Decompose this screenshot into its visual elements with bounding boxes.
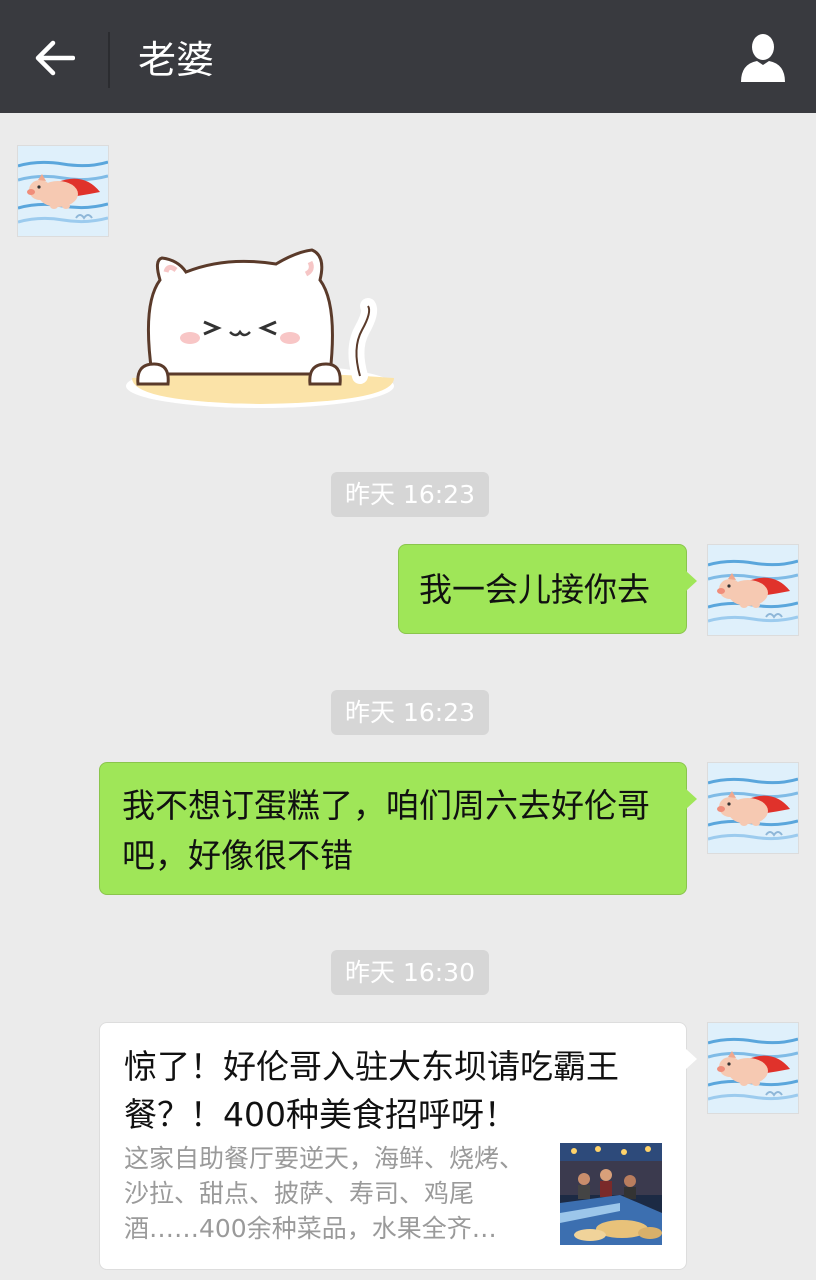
link-card-title: 惊了！好伦哥入驻大东坝请吃霸王餐？！400种美食招呼呀！ <box>124 1047 619 1134</box>
sticker-message[interactable] <box>126 244 402 416</box>
back-button[interactable] <box>30 36 80 84</box>
my-avatar[interactable] <box>708 545 798 635</box>
sent-text-bubble[interactable]: 我一会儿接你去 <box>398 544 697 634</box>
link-card-thumbnail <box>560 1143 662 1245</box>
flying-pig-avatar <box>18 146 108 236</box>
contact-avatar[interactable] <box>18 146 108 236</box>
title-bar: 老婆 <box>0 0 816 113</box>
buffet-photo <box>560 1143 662 1245</box>
link-card-description: 这家自助餐厅要逆天，海鲜、烧烤、沙拉、甜点、披萨、寿司、鸡尾酒……400余种菜品… <box>124 1144 525 1243</box>
person-icon <box>739 32 787 86</box>
flying-pig-avatar <box>708 1023 798 1113</box>
arrow-left-icon <box>35 40 76 80</box>
flying-pig-avatar <box>708 763 798 853</box>
my-avatar[interactable] <box>708 1023 798 1113</box>
flying-pig-avatar <box>708 545 798 635</box>
title-divider <box>108 32 110 88</box>
link-card-bubble[interactable]: 惊了！好伦哥入驻大东坝请吃霸王餐？！400种美食招呼呀！ 这家自助餐厅要逆天，海… <box>99 1022 697 1270</box>
chat-title: 老婆 <box>138 38 215 82</box>
timestamp: 昨天 16:30 <box>331 950 489 995</box>
chat-info-button[interactable] <box>734 30 792 88</box>
my-avatar[interactable] <box>708 763 798 853</box>
timestamp: 昨天 16:23 <box>331 690 489 735</box>
sent-text-bubble[interactable]: 我不想订蛋糕了，咱们周六去好伦哥吧，好像很不错 <box>99 762 697 895</box>
timestamp: 昨天 16:23 <box>331 472 489 517</box>
cat-sticker <box>126 248 394 408</box>
